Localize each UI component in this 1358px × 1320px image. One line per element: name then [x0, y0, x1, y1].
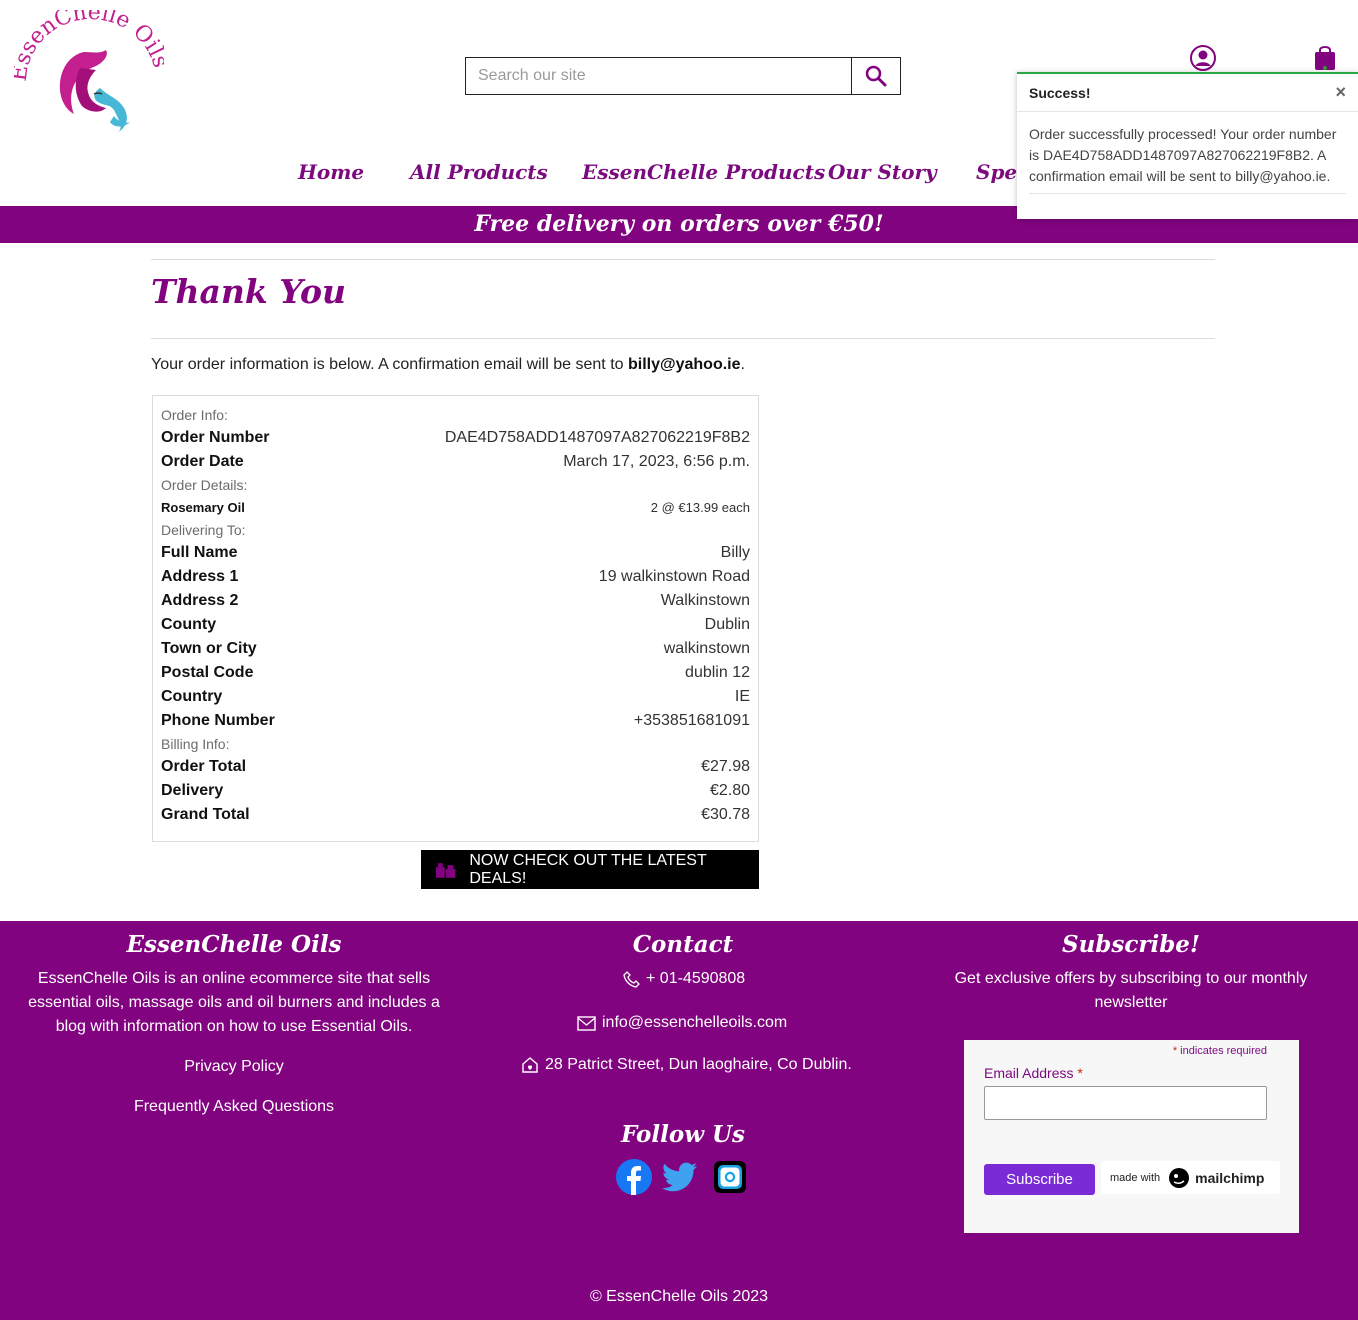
nav-essenchelle-products[interactable]: EssenChelle Products — [582, 160, 825, 184]
divider — [151, 338, 1215, 339]
county-label: County — [161, 616, 217, 633]
copyright: © EssenChelle Oils 2023 — [589, 1288, 769, 1305]
footer-address: 28 Patrict Street, Dun laoghaire, Co Dub… — [521, 1056, 852, 1074]
section-label: Order Info: — [161, 407, 228, 423]
privacy-policy-link[interactable]: Privacy Policy — [28, 1058, 440, 1076]
intro-email: billy@yahoo.ie — [627, 356, 741, 373]
required-note: * indicates required — [1172, 1045, 1267, 1057]
shopping-bag-icon — [1315, 46, 1335, 70]
postal-code-label: Postal Code — [161, 664, 254, 681]
subscribe-text: Get exclusive offers by subscribing to o… — [954, 970, 1308, 1011]
order-summary: Order Info: Order Number DAE4D758ADD14870… — [152, 395, 759, 842]
country-value: IE — [734, 688, 750, 705]
phone-value: +353851681091 — [633, 712, 750, 729]
toast-message: Order successfully processed! Your order… — [1029, 124, 1346, 194]
full-name-label: Full Name — [161, 544, 238, 561]
order-date-value: March 17, 2023, 6:56 p.m. — [563, 453, 750, 470]
instagram-link[interactable] — [711, 1158, 749, 1196]
address1-value: 19 walkinstown Road — [598, 568, 750, 585]
phone-text: + 01-4590808 — [646, 970, 746, 987]
newsletter-form: * indicates required Email Address * Sub… — [964, 1040, 1299, 1233]
order-total-label: Order Total — [161, 758, 247, 775]
address1-label: Address 1 — [161, 568, 239, 585]
home-icon — [522, 1057, 538, 1073]
latest-deals-button[interactable]: NOW CHECK OUT THE LATEST DEALS! — [421, 850, 759, 889]
item-name: Rosemary Oil — [161, 500, 245, 515]
follow-us-title: Follow Us — [620, 1121, 746, 1148]
latest-deals-label: NOW CHECK OUT THE LATEST DEALS! — [469, 851, 707, 887]
nav-all-products[interactable]: All Products — [410, 160, 548, 184]
intro-prefix: Your order information is below. A confi… — [151, 356, 628, 373]
success-toast: Success! × Order successfully processed!… — [1017, 72, 1358, 219]
shopping-bag-link[interactable] — [1312, 44, 1338, 72]
divider — [151, 259, 1215, 260]
grand-total-label: Grand Total — [161, 806, 250, 823]
section-label: Delivering To: — [161, 522, 246, 538]
subscribe-title: Subscribe! — [1061, 931, 1201, 958]
section-label: Order Details: — [161, 477, 248, 493]
address-text: 28 Patrict Street, Dun laoghaire, Co Dub… — [545, 1056, 852, 1073]
phone-icon — [623, 970, 640, 988]
delivery-value: €2.80 — [709, 782, 750, 799]
twitter-link[interactable] — [661, 1158, 699, 1196]
search-button[interactable] — [851, 58, 900, 94]
nav-home[interactable]: Home — [298, 160, 364, 184]
search-icon — [865, 65, 887, 87]
mailchimp-icon — [1169, 1167, 1190, 1188]
footer-contact-title: Contact — [632, 931, 734, 958]
faq-link[interactable]: Frequently Asked Questions — [28, 1098, 440, 1116]
facebook-icon — [616, 1159, 652, 1195]
town-label: Town or City — [161, 640, 257, 657]
toast-title: Success! — [1029, 84, 1091, 101]
delivery-label: Delivery — [161, 782, 224, 799]
order-number-value: DAE4D758ADD1487097A827062219F8B2 — [444, 429, 750, 446]
order-number-label: Order Number — [161, 429, 270, 446]
full-name-value: Billy — [720, 544, 750, 561]
section-label: Billing Info: — [161, 736, 230, 752]
intro-text: Your order information is below. A confi… — [151, 356, 745, 374]
gifts-icon — [435, 862, 456, 878]
account-link[interactable] — [1189, 44, 1217, 72]
footer-phone[interactable]: + 01-4590808 — [623, 970, 745, 988]
order-date-label: Order Date — [161, 453, 244, 470]
order-total-value: €27.98 — [701, 758, 750, 775]
item-quantity: 2 @ €13.99 each — [650, 500, 750, 515]
email-label: Email Address * — [984, 1065, 1083, 1081]
postal-code-value: dublin 12 — [685, 664, 750, 681]
site-logo[interactable]: EssenChelle Oils — [7, 0, 173, 140]
facebook-link[interactable] — [615, 1158, 653, 1196]
footer-about-text: EssenChelle Oils is an online ecommerce … — [28, 970, 440, 1035]
mailchimp-badge[interactable]: made with mailchimp — [1101, 1161, 1280, 1194]
search-input[interactable] — [466, 58, 851, 94]
search-form — [465, 57, 901, 95]
grand-total-value: €30.78 — [701, 806, 750, 823]
nav-our-story[interactable]: Our Story — [828, 160, 937, 184]
email-label-text: Email Address — [984, 1065, 1074, 1081]
close-icon[interactable]: × — [1335, 82, 1346, 103]
phone-label: Phone Number — [161, 712, 275, 729]
toast-header: Success! × — [1017, 74, 1358, 112]
intro-suffix: . — [740, 356, 745, 373]
footer-email[interactable]: info@essenchelleoils.com — [577, 1014, 787, 1032]
site-footer: EssenChelle Oils EssenChelle Oils is an … — [0, 921, 1358, 1320]
town-value: walkinstown — [663, 640, 750, 657]
address2-label: Address 2 — [161, 592, 239, 609]
instagram-icon — [714, 1161, 746, 1193]
required-note-text: indicates required — [1180, 1045, 1267, 1057]
mailchimp-text: mailchimp — [1195, 1169, 1265, 1186]
subscribe-button[interactable]: Subscribe — [984, 1164, 1095, 1195]
address2-value: Walkinstown — [660, 592, 750, 609]
account-icon — [1190, 45, 1216, 71]
twitter-icon — [662, 1162, 697, 1192]
envelope-icon — [577, 1015, 596, 1031]
email-field[interactable] — [984, 1086, 1267, 1120]
county-value: Dublin — [704, 616, 750, 633]
made-with-text: made with — [1110, 1171, 1161, 1184]
country-label: Country — [161, 688, 223, 705]
footer-about-title: EssenChelle Oils — [126, 931, 342, 958]
page-title: Thank You — [151, 272, 346, 311]
email-text: info@essenchelleoils.com — [602, 1014, 788, 1031]
